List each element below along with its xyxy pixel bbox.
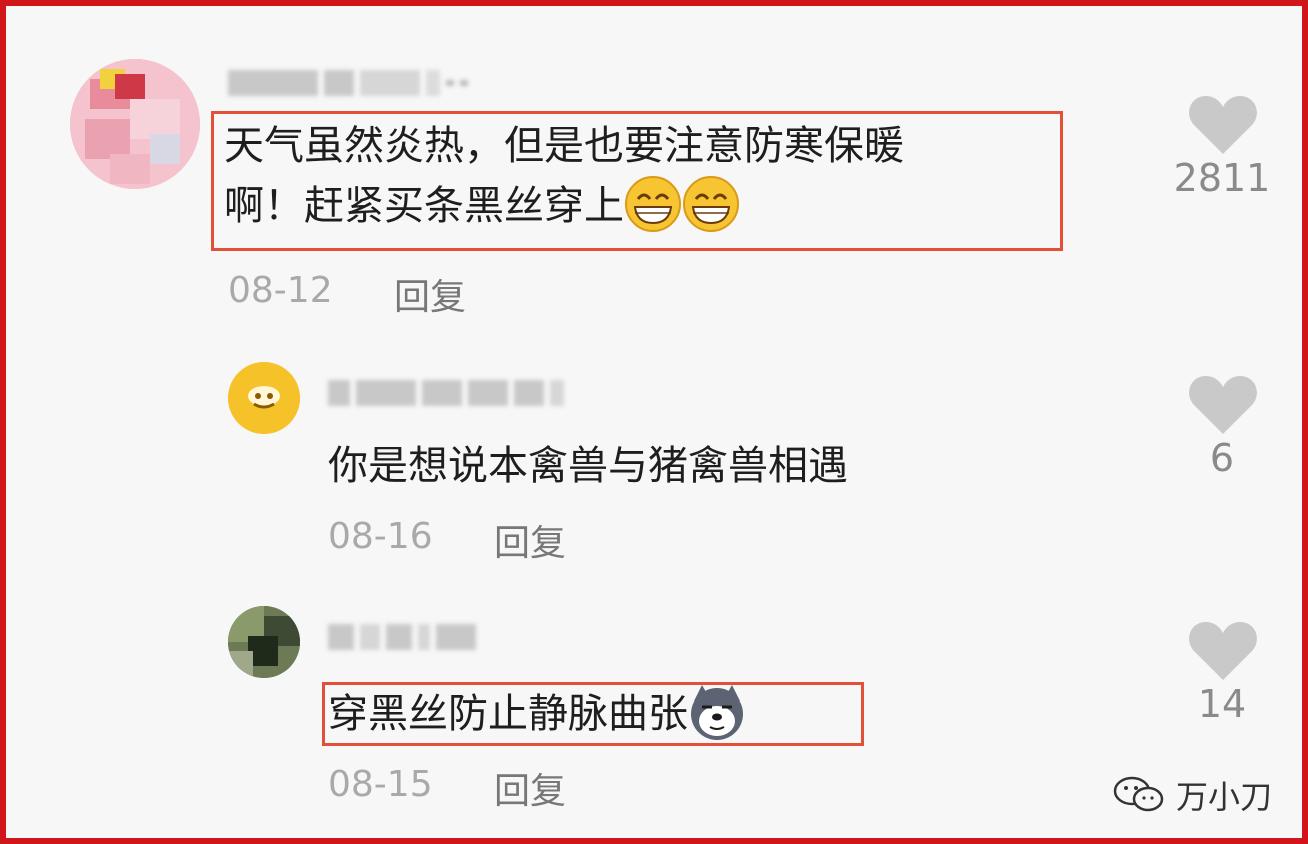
grin-emoji-icon [683,176,739,232]
avatar[interactable] [70,59,200,189]
like-count: 2811 [1173,156,1271,200]
reply-button[interactable]: 回复 [494,514,566,566]
like-heart-icon[interactable] [1188,374,1258,436]
screenshot-frame: 天气虽然炎热，但是也要注意防寒保暖 啊！赶紧买条黑丝穿上 08-12 回复 28… [0,0,1308,844]
comment-text: 天气虽然炎热，但是也要注意防寒保暖 啊！赶紧买条黑丝穿上 [224,116,904,236]
comment-date: 08-15 [328,764,433,805]
reply-button[interactable]: 回复 [394,268,466,320]
comment-date: 08-12 [228,270,333,311]
username-blurred[interactable] [328,622,476,652]
like-count: 6 [1209,436,1235,480]
like-heart-icon[interactable] [1188,620,1258,682]
watermark-text: 万小刀 [1176,778,1273,816]
like-count: 14 [1197,682,1247,726]
comment-line-1: 天气虽然炎热，但是也要注意防寒保暖 [224,123,904,169]
comment-text: 穿黑丝防止静脉曲张 [328,684,746,744]
avatar[interactable] [228,606,300,678]
username-blurred[interactable] [228,68,468,98]
like-heart-icon[interactable] [1188,94,1258,156]
reply-button[interactable]: 回复 [494,762,566,814]
avatar[interactable] [228,362,300,434]
comment-text: 你是想说本禽兽与猪禽兽相遇 [328,443,848,489]
grin-emoji-icon [625,176,681,232]
husky-emoji-icon [691,685,743,740]
pixelated-avatar-icon [228,606,300,678]
comment-line-2: 啊！赶紧买条黑丝穿上 [224,176,904,236]
username-blurred[interactable] [328,378,564,408]
wechat-icon [1113,776,1164,812]
smiley-avatar-icon [228,362,300,434]
comment-date: 08-16 [328,516,433,557]
pixelated-avatar-icon [70,59,200,189]
